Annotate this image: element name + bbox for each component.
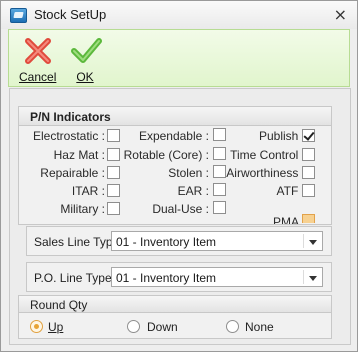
combo-separator bbox=[303, 234, 304, 248]
cancel-label: Cancel bbox=[19, 70, 57, 84]
round-down-radio[interactable] bbox=[127, 320, 140, 333]
round-qty-header: Round Qty bbox=[19, 296, 331, 313]
checkmark-icon bbox=[71, 38, 102, 63]
atf-label: ATF : bbox=[276, 184, 305, 198]
ear-label: EAR : bbox=[177, 184, 209, 198]
ok-button[interactable]: OK bbox=[67, 36, 103, 84]
title-bar: Stock SetUp × bbox=[1, 1, 357, 29]
military-checkbox[interactable] bbox=[107, 202, 120, 215]
round-none-label: None bbox=[245, 320, 274, 334]
rotable-core-checkbox[interactable] bbox=[213, 147, 226, 160]
round-qty-group: Round Qty Up Down None bbox=[18, 295, 332, 339]
publish-label: Publish : bbox=[258, 129, 305, 143]
time-control-checkbox[interactable] bbox=[302, 148, 315, 161]
haz-mat-checkbox[interactable] bbox=[107, 148, 120, 161]
publish-checkbox[interactable] bbox=[302, 129, 315, 142]
chevron-down-icon[interactable] bbox=[309, 240, 317, 245]
atf-checkbox[interactable] bbox=[302, 184, 315, 197]
repairable-label: Repairable : bbox=[40, 166, 105, 180]
military-label: Military : bbox=[60, 202, 105, 216]
cancel-icon bbox=[25, 38, 51, 64]
pn-indicators-group: P/N Indicators Electrostatic : Haz Mat :… bbox=[18, 106, 332, 225]
po-line-type-value: 01 - Inventory Item bbox=[116, 271, 217, 285]
itar-label: ITAR : bbox=[71, 184, 105, 198]
stolen-checkbox[interactable] bbox=[213, 165, 226, 178]
combo-separator bbox=[303, 270, 304, 284]
sales-line-type-value: 01 - Inventory Item bbox=[116, 235, 217, 249]
settings-panel: P/N Indicators Electrostatic : Haz Mat :… bbox=[9, 88, 351, 345]
toolbar: Cancel OK bbox=[8, 29, 350, 87]
round-up-radio[interactable] bbox=[30, 320, 43, 333]
itar-checkbox[interactable] bbox=[107, 184, 120, 197]
electrostatic-label: Electrostatic : bbox=[32, 129, 105, 143]
pn-indicators-title: P/N Indicators bbox=[30, 110, 111, 124]
expendable-checkbox[interactable] bbox=[213, 128, 226, 141]
time-control-label: Time Control : bbox=[230, 148, 305, 162]
expendable-label: Expendable : bbox=[138, 129, 209, 143]
cancel-button[interactable]: Cancel bbox=[19, 36, 57, 84]
sales-line-type-select[interactable]: 01 - Inventory Item bbox=[111, 231, 323, 251]
round-qty-title: Round Qty bbox=[30, 298, 88, 312]
po-line-type-label: P.O. Line Type : bbox=[34, 271, 119, 285]
stock-setup-window: Stock SetUp × Cancel OK P/N Indicators E… bbox=[0, 0, 358, 352]
po-line-type-select[interactable]: 01 - Inventory Item bbox=[111, 267, 323, 287]
chevron-down-icon[interactable] bbox=[309, 276, 317, 281]
electrostatic-checkbox[interactable] bbox=[107, 129, 120, 142]
rotable-core-label: Rotable (Core) : bbox=[123, 148, 209, 162]
haz-mat-label: Haz Mat : bbox=[53, 148, 105, 162]
pma-checkbox[interactable] bbox=[302, 214, 315, 223]
po-line-type-group: P.O. Line Type : 01 - Inventory Item bbox=[26, 262, 332, 292]
close-icon[interactable]: × bbox=[334, 5, 347, 24]
dual-use-label: Dual-Use : bbox=[152, 202, 209, 216]
airworthiness-label: Airworthiness : bbox=[226, 166, 305, 180]
pma-label: PMA : bbox=[272, 215, 305, 224]
airworthiness-checkbox[interactable] bbox=[302, 166, 315, 179]
ok-label: OK bbox=[76, 70, 94, 84]
round-none-radio[interactable] bbox=[226, 320, 239, 333]
repairable-checkbox[interactable] bbox=[107, 166, 120, 179]
round-down-label: Down bbox=[147, 320, 178, 334]
sales-line-type-group: Sales Line Type : 01 - Inventory Item bbox=[26, 226, 332, 256]
dual-use-checkbox[interactable] bbox=[213, 201, 226, 214]
pn-indicators-header: P/N Indicators bbox=[19, 107, 331, 126]
ear-checkbox[interactable] bbox=[213, 183, 226, 196]
stolen-label: Stolen : bbox=[168, 166, 209, 180]
round-up-label: Up bbox=[48, 320, 64, 334]
window-title: Stock SetUp bbox=[34, 7, 107, 22]
app-icon bbox=[10, 8, 27, 23]
